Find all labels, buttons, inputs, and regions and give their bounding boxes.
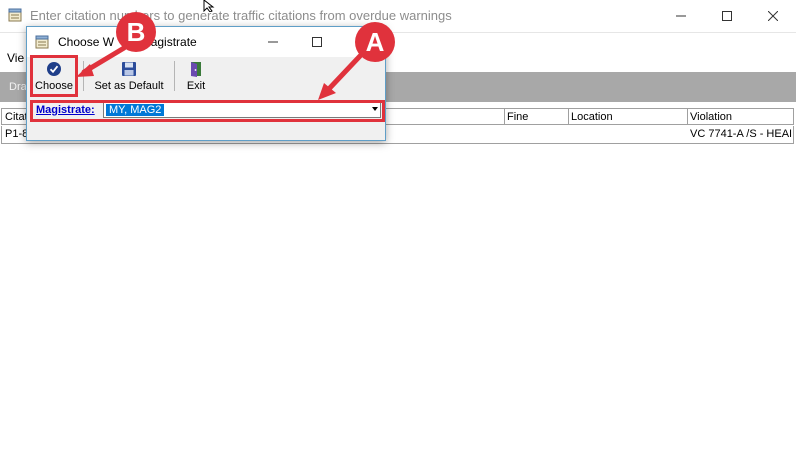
set-as-default-button[interactable]: Set as Default (91, 59, 167, 93)
maximize-button[interactable] (704, 0, 750, 32)
minimize-button[interactable] (658, 0, 704, 32)
column-header[interactable]: Violation (687, 108, 794, 125)
table-cell[interactable]: VC 7741-A /S - HEAI (687, 126, 794, 144)
set-as-default-label: Set as Default (94, 80, 164, 92)
table-cell[interactable] (504, 126, 569, 144)
dialog-minimize-button[interactable] (251, 27, 295, 57)
toolbar-separator (174, 61, 175, 91)
maximize-icon (722, 11, 732, 21)
toolbar-separator (83, 61, 84, 91)
menu-item-view[interactable]: Vie (7, 51, 24, 65)
highlight-box-magistrate (30, 100, 385, 122)
exit-label: Exit (186, 80, 206, 92)
close-button[interactable] (750, 0, 796, 32)
main-window-title: Enter citation numbers to generate traff… (30, 8, 452, 23)
exit-button[interactable]: Exit (181, 59, 211, 93)
highlight-box-choose (30, 55, 78, 97)
table-cell[interactable] (568, 126, 688, 144)
callout-badge-a: A (355, 22, 395, 62)
choose-magistrate-dialog: Choose W Magistrate Choose Set as Defaul… (26, 26, 386, 141)
column-header[interactable]: Location (568, 108, 688, 125)
column-header[interactable]: Fine (504, 108, 569, 125)
minimize-icon (268, 41, 278, 43)
mouse-cursor-icon (203, 0, 215, 12)
callout-badge-b: B (116, 12, 156, 52)
notepad-icon (8, 8, 22, 22)
close-icon (768, 11, 778, 21)
minimize-icon (676, 15, 686, 17)
exit-door-icon (191, 62, 201, 77)
notepad-icon (35, 35, 49, 49)
dialog-toolbar: Choose Set as Default Exit (27, 59, 385, 95)
floppy-disk-icon (122, 62, 136, 76)
maximize-icon (312, 37, 322, 47)
group-band-text: Dra (9, 81, 27, 93)
dialog-maximize-button[interactable] (295, 27, 339, 57)
dialog-titlebar[interactable]: Choose W Magistrate (27, 27, 385, 57)
